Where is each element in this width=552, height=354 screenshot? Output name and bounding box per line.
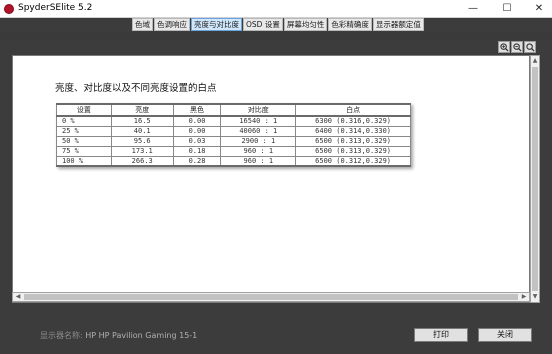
scroll-down-icon[interactable]: ▼ (531, 292, 539, 302)
vertical-scrollbar[interactable]: ▲ ▼ (530, 55, 540, 303)
tab-brightness-contrast[interactable]: 亮度与对比度 (191, 18, 242, 31)
zoom-fit-icon[interactable] (524, 41, 536, 53)
cell-brightness: 16.5 (110, 115, 174, 127)
cell-contrast: 16540 : 1 (220, 115, 297, 127)
tab-display-rating[interactable]: 显示器额定值 (372, 18, 424, 31)
column-header-whitepoint: 白点 (295, 103, 411, 117)
cell-contrast: 960 : 1 (220, 145, 297, 157)
minimize-button[interactable]: — (460, 0, 486, 18)
table-header-row: 设置 亮度 黑色 对比度 白点 (56, 103, 411, 117)
display-name-value: HP HP Pavilion Gaming 15-1 (85, 331, 198, 340)
display-name-label: 显示器名称: (40, 331, 83, 340)
tab-color-accuracy[interactable]: 色彩精确度 (328, 18, 372, 31)
vertical-scroll-thumb[interactable] (532, 67, 538, 291)
cell-whitepoint: 6500 (0.313,0.329) (295, 145, 411, 157)
cell-whitepoint: 6400 (0.314,0.330) (295, 125, 411, 137)
horizontal-scroll-thumb[interactable] (24, 294, 518, 300)
cell-brightness: 173.1 (110, 145, 174, 157)
cell-black: 0.28 (172, 155, 222, 167)
display-name-info: 显示器名称: HP HP Pavilion Gaming 15-1 (40, 330, 197, 341)
cell-setting: 0 % (56, 115, 112, 127)
cell-whitepoint: 6500 (0.312,0.329) (295, 155, 411, 167)
report-heading: 亮度、对比度以及不同亮度设置的白点 (55, 83, 217, 94)
cell-contrast: 2900 : 1 (220, 135, 297, 147)
cell-black: 0.00 (172, 125, 222, 137)
tab-bar: 色域 色调响应 亮度与对比度 OSD 设置 屏幕均匀性 色彩精确度 显示器额定值 (0, 18, 552, 32)
column-header-brightness: 亮度 (110, 103, 174, 117)
close-button[interactable]: 关闭 (478, 328, 532, 342)
scroll-right-icon[interactable]: ▶ (519, 293, 529, 301)
column-header-contrast: 对比度 (220, 103, 297, 117)
header-band (0, 32, 552, 40)
scroll-left-icon[interactable]: ◀ (13, 293, 23, 301)
table-row: 100 % 266.3 0.28 960 : 1 6500 (0.312,0.3… (56, 155, 411, 167)
tab-tone-response[interactable]: 色调响应 (154, 18, 190, 31)
cell-black: 0.00 (172, 115, 222, 127)
cell-black: 0.03 (172, 135, 222, 147)
maximize-button[interactable]: ☐ (494, 0, 520, 18)
tab-osd-settings[interactable]: OSD 设置 (243, 18, 283, 31)
print-button[interactable]: 打印 (414, 328, 468, 342)
table-row: 25 % 40.1 0.00 40060 : 1 6400 (0.314,0.3… (56, 125, 411, 137)
tab-gamut[interactable]: 色域 (132, 18, 153, 31)
table-row: 0 % 16.5 0.00 16540 : 1 6300 (0.316,0.32… (56, 115, 411, 127)
brightness-contrast-table: 设置 亮度 黑色 对比度 白点 0 % 16.5 0.00 16540 : 1 … (56, 103, 411, 167)
cell-contrast: 40060 : 1 (220, 125, 297, 137)
cell-brightness: 266.3 (110, 155, 174, 167)
table-row: 75 % 173.1 0.18 960 : 1 6500 (0.313,0.32… (56, 145, 411, 157)
tab-list: 色域 色调响应 亮度与对比度 OSD 设置 屏幕均匀性 色彩精确度 显示器额定值 (132, 18, 425, 32)
zoom-in-icon[interactable] (498, 41, 510, 53)
report-panel: 亮度、对比度以及不同亮度设置的白点 设置 亮度 黑色 对比度 白点 0 % 16… (12, 55, 530, 303)
scroll-up-icon[interactable]: ▲ (531, 56, 539, 66)
cell-setting: 75 % (56, 145, 112, 157)
cell-contrast: 960 : 1 (220, 155, 297, 167)
spyder-app-icon (4, 4, 14, 14)
cell-setting: 50 % (56, 135, 112, 147)
column-header-setting: 设置 (56, 103, 112, 117)
cell-setting: 100 % (56, 155, 112, 167)
zoom-toolbar (498, 41, 537, 53)
zoom-out-icon[interactable] (511, 41, 523, 53)
table-row: 50 % 95.6 0.03 2900 : 1 6500 (0.313,0.32… (56, 135, 411, 147)
cell-whitepoint: 6300 (0.316,0.329) (295, 115, 411, 127)
cell-brightness: 40.1 (110, 125, 174, 137)
cell-whitepoint: 6500 (0.313,0.329) (295, 135, 411, 147)
window-title: SpyderSElite 5.2 (18, 3, 93, 13)
tab-screen-uniformity[interactable]: 屏幕均匀性 (283, 18, 328, 31)
title-bar: SpyderSElite 5.2 — ☐ ✕ (0, 0, 552, 18)
column-header-black: 黑色 (172, 103, 222, 117)
cell-brightness: 95.6 (110, 135, 174, 147)
cell-setting: 25 % (56, 125, 112, 137)
cell-black: 0.18 (172, 145, 222, 157)
horizontal-scrollbar[interactable]: ◀ ▶ (12, 292, 530, 302)
close-window-button[interactable]: ✕ (526, 0, 552, 18)
